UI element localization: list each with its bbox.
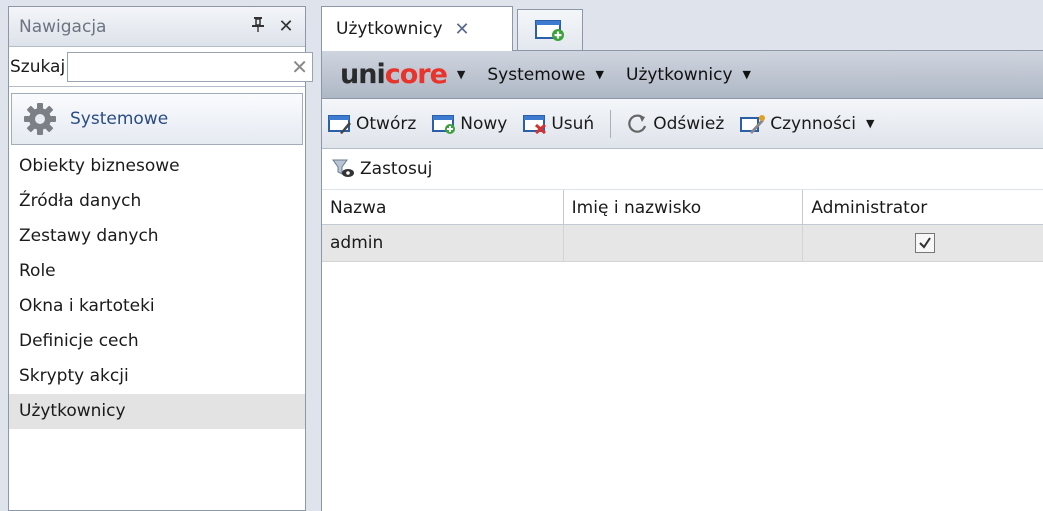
filter-bar: Zastosuj [322,149,1043,189]
clear-search-icon[interactable]: ✕ [291,55,308,79]
refresh-icon [628,114,647,133]
nav-item-skrypty-akcji[interactable]: Skrypty akcji [9,359,305,394]
gear-icon [24,103,56,135]
menu-uzytkownicy[interactable]: Użytkownicy ▼ [626,65,751,85]
navigation-list: Obiekty biznesowe Źródła danych Zestawy … [9,149,305,429]
chevron-down-icon: ▼ [866,117,875,130]
chevron-down-icon: ▼ [595,68,604,81]
new-button[interactable]: Nowy [432,113,507,135]
column-header-nazwa[interactable]: Nazwa [322,190,564,224]
pin-icon[interactable] [247,16,269,37]
logo-dropdown-icon[interactable]: ▼ [457,68,465,81]
filter-icon [332,159,354,177]
refresh-button[interactable]: Odśwież [625,112,724,136]
open-icon [328,114,351,134]
search-label: Szukaj [10,56,66,77]
cell-full-name [564,225,804,261]
actions-button[interactable]: Czynności ▼ [740,113,874,135]
nav-item-zrodla-danych[interactable]: Źródła danych [9,184,305,219]
column-header-imie-i-nazwisko[interactable]: Imię i nazwisko [564,190,804,224]
menu-bar: unicore ▼ Systemowe ▼ Użytkownicy ▼ [322,51,1043,99]
close-pane-icon[interactable]: ✕ [275,16,297,37]
nav-item-role[interactable]: Role [9,254,305,289]
nav-item-zestawy-danych[interactable]: Zestawy danych [9,219,305,254]
checkmark-icon [919,237,932,249]
column-header-administrator[interactable]: Administrator [803,190,1043,224]
menu-systemowe[interactable]: Systemowe ▼ [487,65,604,85]
cell-name: admin [322,225,564,261]
tab-uzytkownicy[interactable]: Użytkownicy ✕ [321,6,513,51]
open-button[interactable]: Otwórz [328,113,416,135]
delete-button[interactable]: Usuń [523,113,594,135]
unicore-logo[interactable]: unicore [340,59,448,90]
grid-header: Nazwa Imię i nazwisko Administrator [322,189,1043,225]
nav-item-obiekty-biznesowe[interactable]: Obiekty biznesowe [9,149,305,184]
chevron-down-icon: ▼ [742,68,752,81]
tab-strip: Użytkownicy ✕ [321,6,1043,51]
document-panel: unicore ▼ Systemowe ▼ Użytkownicy ▼ Otwórz… [321,50,1043,511]
new-tab-button[interactable] [517,9,583,50]
administrator-checkbox[interactable] [915,233,936,253]
group-button-systemowe[interactable]: Systemowe [11,93,303,145]
cell-administrator [803,225,1043,261]
group-button-label: Systemowe [70,109,169,129]
add-icon [432,114,456,134]
document-area: Użytkownicy ✕ unicore ▼ Systemowe ▼ Użytk… [321,6,1043,511]
nav-item-uzytkownicy[interactable]: Użytkownicy [9,394,305,429]
toolbar-separator [610,109,612,138]
search-row: Szukaj ✕ [9,47,313,87]
nav-item-definicje-cech[interactable]: Definicje cech [9,324,305,359]
nav-item-okna-i-kartoteki[interactable]: Okna i kartoteki [9,289,305,324]
close-tab-icon[interactable]: ✕ [455,19,470,40]
navigation-header: Nawigacja ✕ [9,7,305,47]
apply-filter-button[interactable]: Zastosuj [332,158,432,180]
actions-icon [740,114,766,134]
toolbar: Otwórz Nowy Usuń Odśwież Czynności ▼ [322,99,1043,149]
delete-icon [523,114,547,134]
navigation-pane: Nawigacja ✕ Szukaj ✕ Systemowe Obiekty b… [8,6,313,511]
new-window-icon [535,20,564,41]
search-box: ✕ [67,51,313,82]
table-row[interactable]: admin [322,225,1043,262]
navigation-title: Nawigacja [19,16,107,37]
tab-label: Użytkownicy [336,19,443,39]
search-input[interactable] [72,53,292,80]
